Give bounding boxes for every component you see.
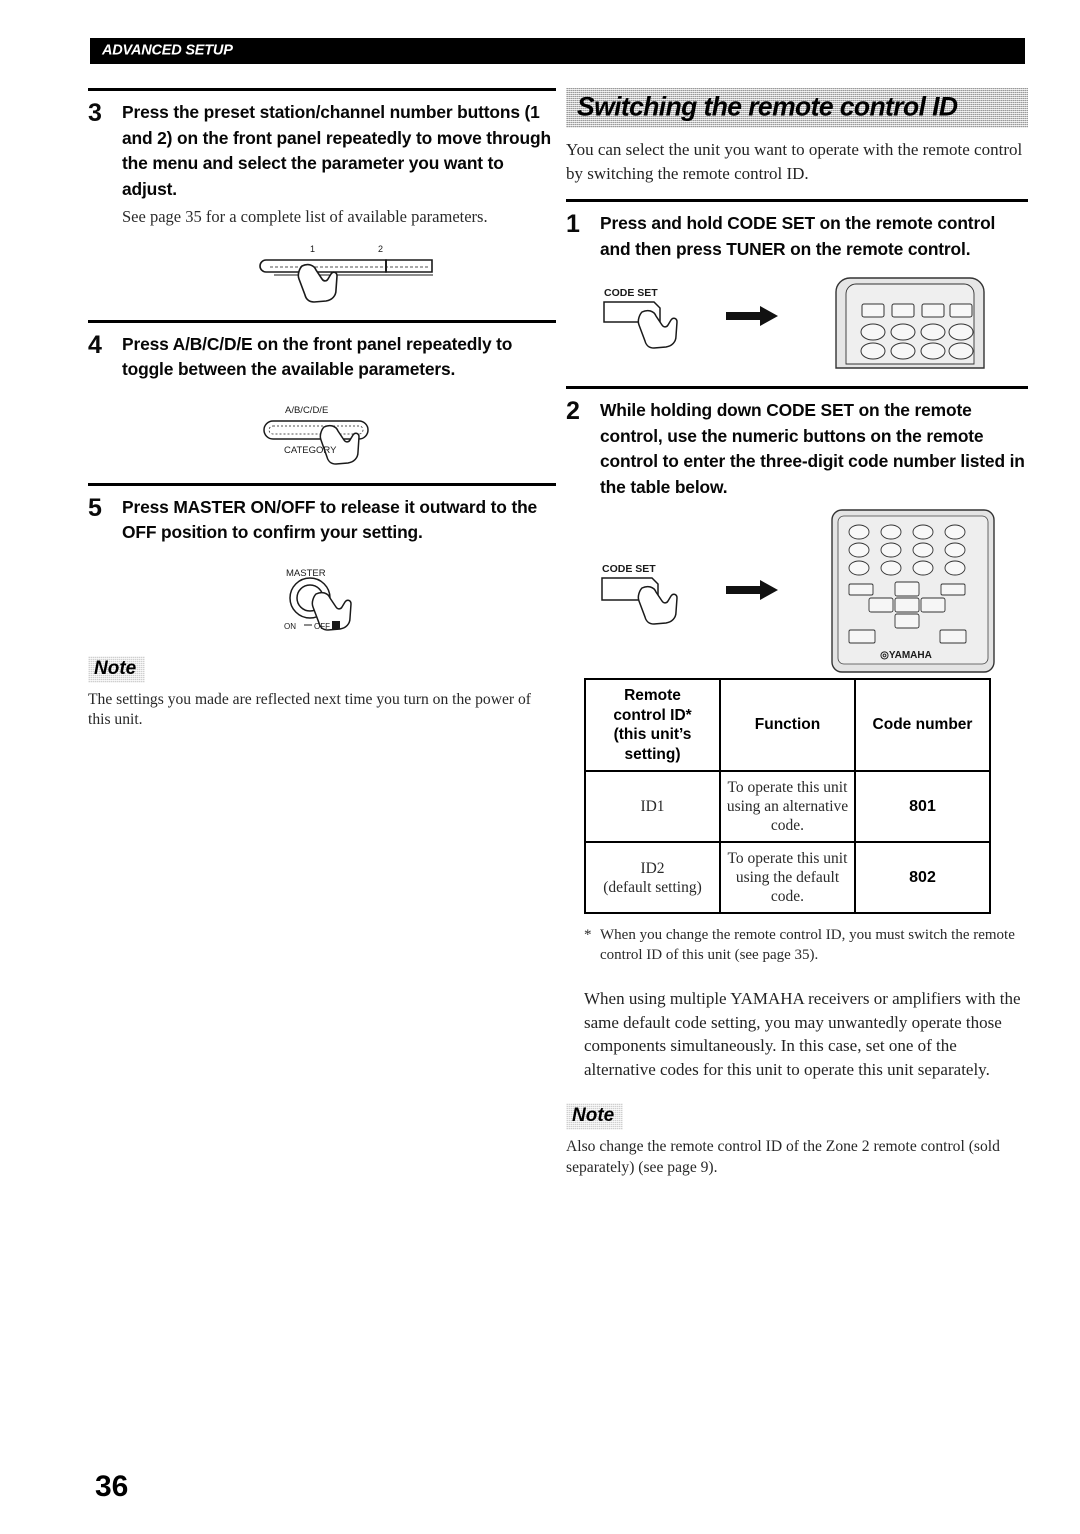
rule-above-step4 [88,319,556,323]
remote-code-table: Remote control ID* (this unit’s setting)… [584,678,991,914]
manual-page: ADVANCED SETUP 3 Press the preset statio… [0,0,1080,1534]
rule-above-step3 [88,88,556,91]
step-3: 3 Press the preset station/channel numbe… [88,100,556,228]
preset-button-label-2: 2 [378,244,383,254]
table-row: ID2 (default setting) To operate this un… [584,841,991,914]
cell-code-number: 801 [854,770,991,843]
section-intro: You can select the unit you want to oper… [566,140,1023,183]
step-3-heading: Press the preset station/channel number … [122,102,551,199]
master-switch-off-label: OFF [314,622,330,631]
step-2-number: 2 [566,397,580,425]
code-set-label-step2: CODE SET [602,563,656,575]
table-header-function: Function [719,678,856,772]
note-badge-right: Note [566,1103,623,1130]
note-text-right: Also change the remote control ID of the… [566,1138,1000,1176]
illustration-front-panel-preset-buttons: 1 2 [88,234,556,312]
left-column: 3 Press the preset station/channel numbe… [88,88,556,731]
master-switch-label: MASTER [286,568,326,579]
step-4: 4 Press A/B/C/D/E on the front panel rep… [88,330,556,383]
illustration-master-on-off-switch: MASTER ON OFF [88,554,556,650]
step-2: 2 While holding down CODE SET on the rem… [566,398,1028,500]
master-switch-on-label: ON [284,622,296,631]
step-1: 1 Press and hold CODE SET on the remote … [566,211,1028,262]
table-header-row: Remote control ID* (this unit’s setting)… [584,678,991,772]
section-banner: Switching the remote control ID [566,88,1028,128]
page-number: 36 [95,1470,129,1503]
table-header-code-number: Code number [854,678,991,772]
step-3-number: 3 [88,99,102,127]
step-5: 5 Press MASTER ON/OFF to release it outw… [88,493,556,546]
table-row: ID1 To operate this unit using an altern… [584,770,991,843]
multiple-receivers-paragraph: When using multiple YAMAHA receivers or … [584,989,1021,1079]
section-title: Switching the remote control ID [577,91,958,122]
illustration-code-set-then-numeric-buttons: ◎YAMAHA CODE SET [566,508,1028,678]
step-1-heading: Press and hold CODE SET on the remote co… [600,213,996,259]
running-header-bar: ADVANCED SETUP [90,38,1025,64]
remote-brand-label: ◎YAMAHA [880,650,932,661]
illustration-code-set-then-tuner: CODE SET [566,274,1028,382]
step-5-number: 5 [88,493,102,522]
cell-code-number: 802 [854,841,991,914]
code-set-label-step1: CODE SET [604,287,658,299]
running-header-title: ADVANCED SETUP [102,42,233,59]
table-header-remote-control-id: Remote control ID* (this unit’s setting) [584,678,721,772]
illustration-front-panel-abcde-button: A/B/C/D/E CATEGORY [88,391,556,477]
step-2-heading: While holding down CODE SET on the remot… [600,400,1025,497]
note-badge-left: Note [88,656,145,683]
cell-id: ID1 [584,770,721,843]
step-4-number: 4 [88,330,102,359]
abcde-button-top-label: A/B/C/D/E [285,405,328,416]
abcde-button-bottom-label: CATEGORY [284,445,337,456]
note-text-left: The settings you made are reflected next… [88,690,531,729]
rule-above-step2 [566,386,1028,389]
rule-above-step1 [566,199,1028,202]
cell-id: ID2 (default setting) [584,841,721,914]
rule-above-step5 [88,482,556,486]
footnote-text: When you change the remote control ID, y… [600,927,1015,963]
cell-function: To operate this unit using the default c… [719,841,856,914]
step-5-heading: Press MASTER ON/OFF to release it outwar… [122,496,538,543]
footnote-marker: * [584,927,592,943]
step-3-subtext: See page 35 for a complete list of avail… [122,207,488,226]
right-column: Switching the remote control ID You can … [566,88,1028,1178]
cell-function: To operate this unit using an alternativ… [719,770,856,843]
preset-button-label-1: 1 [310,244,315,254]
step-1-number: 1 [566,210,580,238]
step-4-heading: Press A/B/C/D/E on the front panel repea… [122,333,513,380]
table-footnote: * When you change the remote control ID,… [584,926,1028,965]
